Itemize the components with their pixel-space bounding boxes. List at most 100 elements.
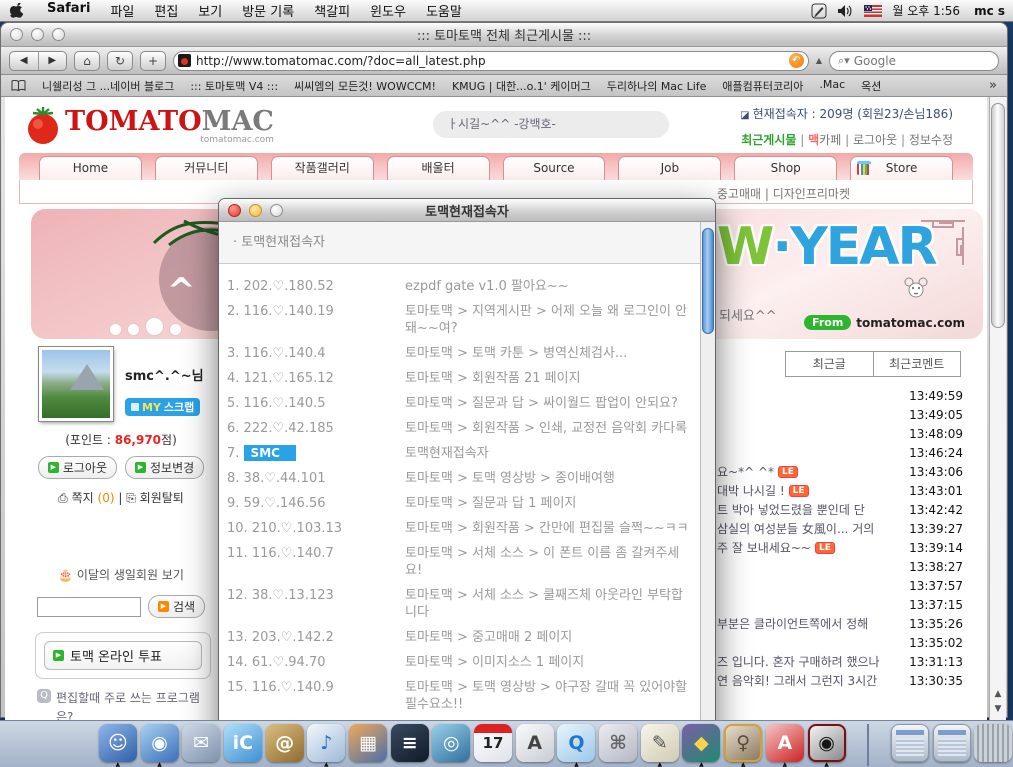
menu-item[interactable]: 편집	[144, 1, 188, 20]
mac-cafe-link[interactable]: 맥	[808, 133, 819, 147]
nav-tab[interactable]: Home	[39, 156, 142, 180]
bookmark-item[interactable]: 니쉘리성 그 ...네이버 블로그	[42, 78, 174, 94]
withdraw-link[interactable]: 회원탈퇴	[140, 491, 184, 505]
fast-user-switch-menu[interactable]: mc s	[970, 4, 1005, 18]
minimized-window-safari-icon[interactable]	[933, 724, 971, 762]
tab-recent-posts[interactable]: 최근글	[786, 352, 873, 376]
nav-tab[interactable]: Shop	[734, 156, 837, 180]
nav-tab[interactable]: 배울터	[387, 156, 490, 180]
birthday-members-link[interactable]: 🎂 이달의 생일회원 보기	[25, 566, 217, 583]
visitor-location-link[interactable]: ezpdf gate v1.0 팔아요~~	[405, 278, 694, 295]
sidebar-badge-link[interactable]: 검색엔진	[91, 522, 152, 556]
imovie-icon[interactable]: ≡	[391, 724, 429, 762]
acrobat-icon[interactable]: A	[766, 724, 804, 762]
google-search-field[interactable]: ⌕▾	[829, 51, 999, 71]
visitor-location-link[interactable]: 토마토맥 > 지역게시판 > 어제 오늘 왜 로그인이 안돼~~여?	[405, 303, 694, 337]
logout-link[interactable]: 로그아웃	[853, 133, 897, 147]
bookmarks-overflow-chevron[interactable]: »	[989, 78, 997, 93]
bookmark-item[interactable]: 씨씨엠의 모든것! WOWCCM!	[294, 78, 436, 94]
visitor-location-link[interactable]: 토마토맥 > 회원작품 > 간만에 편집물 슬쩍~~ㅋㅋ	[405, 520, 694, 537]
memo-link[interactable]: 쪽지	[72, 491, 94, 505]
nav-tab[interactable]: Source	[503, 156, 606, 180]
popup-title-bar[interactable]: 토맥현재접속자	[219, 199, 715, 222]
sidebar-badge-link[interactable]: 홈피링크	[25, 522, 86, 556]
recent-comment-text[interactable]: 연 음악회! 그래서 그런지 3시간	[717, 672, 877, 689]
scroll-up-arrow[interactable]: ▲	[990, 687, 1006, 702]
logout-button[interactable]: ▶로그아웃	[38, 456, 117, 479]
recent-comment-text[interactable]: 즈 입니다. 혼자 구매하려 했으나	[717, 653, 880, 670]
window-scrollbar[interactable]: ▲ ▼	[989, 97, 1006, 739]
search-input[interactable]	[854, 54, 964, 68]
dock-item[interactable]: A ▲	[765, 724, 805, 767]
dock-item[interactable]: iC ▲	[223, 724, 263, 762]
dock-item[interactable]: ▲	[932, 724, 972, 762]
address-bar[interactable]: http://www.tomatomac.com/?doc=all_latest…	[173, 51, 809, 71]
reload-button[interactable]: ↻	[107, 51, 133, 71]
visitor-location-link[interactable]: 토마토맥 > 이미지소스 1 페이지	[405, 654, 694, 671]
edit-info-link[interactable]: 정보수정	[909, 133, 953, 147]
menu-clock[interactable]: 월 오후 1:56	[892, 2, 960, 19]
edit-info-button[interactable]: ▶정보변경	[125, 456, 204, 479]
recent-comment-text[interactable]: 부분은 클라이언트쪽에서 정해	[717, 615, 868, 632]
popup-scrollbar[interactable]: ▲ ▼	[700, 222, 715, 757]
photoshop-icon[interactable]: ◉	[808, 724, 846, 762]
input-language-flag-icon[interactable]	[864, 5, 882, 17]
dock-item[interactable]: ≡ ▲	[390, 724, 430, 762]
menu-item[interactable]: 윈도우	[360, 1, 416, 20]
add-bookmark-button[interactable]: +	[140, 51, 166, 71]
textedit-icon[interactable]: A	[516, 724, 554, 762]
dock-item[interactable]: ◆ ▲	[682, 724, 722, 767]
visitor-location-link[interactable]: 토마토맥 > 질문과 답 1 페이지	[405, 495, 694, 512]
my-scrap-button[interactable]: MY스크랩	[125, 398, 200, 416]
menu-item[interactable]: 방문 기록	[232, 1, 304, 20]
nav-tab[interactable]: Store	[850, 156, 953, 180]
recent-comment-text[interactable]: 주 잘 보내세요~~	[717, 539, 811, 556]
volume-icon[interactable]	[837, 4, 854, 18]
back-forward-buttons[interactable]: ◀ ▶	[9, 51, 67, 71]
window-title-bar[interactable]: ::: 토마토맥 전체 최근게시물 :::	[1, 23, 1007, 47]
visitor-location-link[interactable]: 토마토맥 > 서체 소스 > 이 폰트 이름 좀 갈켜주세요!	[405, 545, 694, 579]
sidebar-search-input[interactable]	[37, 597, 141, 617]
visitor-location-link[interactable]: 토마토맥 > 중고매매 2 페이지	[405, 629, 694, 646]
bookmark-item[interactable]: KMUG | 대한...o.1' 케이머그	[452, 78, 591, 94]
back-button[interactable]: ◀	[10, 52, 38, 70]
dock-item[interactable]: Q ▲	[557, 724, 597, 767]
tab-recent-comments[interactable]: 최근코멘트	[873, 352, 961, 376]
quicktime-icon[interactable]: Q	[557, 724, 595, 762]
ical-icon[interactable]: 17	[474, 724, 512, 762]
snapback-icon[interactable]: ↶	[789, 53, 804, 68]
dock-item[interactable]: ▲	[890, 724, 930, 762]
bookmark-item[interactable]: 애플컴퓨터코리아	[722, 78, 803, 94]
safari-icon[interactable]: ◉	[141, 724, 179, 762]
dock-item[interactable]: ✉ ▲	[181, 724, 221, 762]
nav-tab[interactable]: 작품갤러리	[271, 156, 374, 180]
bookmark-item[interactable]: 옥션	[861, 78, 881, 94]
menu-item[interactable]: 책갈피	[304, 1, 360, 20]
input-menu-icon[interactable]	[811, 3, 827, 19]
subnav-links[interactable]: 중고매매 | 디자인프리마켓	[717, 185, 850, 202]
recent-comment-text[interactable]: 트 박아 넣었드렸을 뿐인데 단	[717, 501, 865, 518]
mac-cafe-link-rest[interactable]: 카페	[819, 133, 841, 147]
minimized-window-icon[interactable]	[891, 724, 929, 762]
itunes-icon[interactable]: ♪	[307, 724, 345, 762]
bookmarks-book-icon[interactable]	[11, 80, 26, 91]
dock-item[interactable]: ▲	[973, 724, 1013, 762]
dock-item[interactable]: ♪ ▲	[306, 724, 346, 767]
recent-posts-link[interactable]: 최근게시물	[741, 133, 796, 147]
bookmark-item[interactable]: .Mac	[819, 78, 845, 94]
online-vote-button[interactable]: ▶토맥 온라인 투표	[44, 641, 202, 670]
dock-item[interactable]: ♀ ▲	[723, 724, 763, 767]
url-text[interactable]: http://www.tomatomac.com/?doc=all_latest…	[196, 54, 784, 68]
forward-button[interactable]: ▶	[39, 52, 67, 70]
menu-item[interactable]: Safari	[37, 1, 100, 20]
bookmark-item[interactable]: 두리하나의 Mac Life	[607, 78, 707, 94]
visitor-location-link[interactable]: 토마토맥 > 질문과 답 > 싸이월드 팝업이 안되요?	[405, 395, 694, 412]
visitor-location-link[interactable]: 토마토맥 > 서체 소스 > 쿨째즈체 아웃라인 부탁합니다	[405, 587, 694, 621]
dock-item[interactable]: ⌘ ▲	[598, 724, 638, 762]
finder-icon[interactable]: ☺	[99, 724, 137, 762]
recent-comment-text[interactable]: 삼실의 여성분들 女風이... 거의	[717, 520, 874, 537]
visitor-location-link[interactable]: 토마토맥 > 토맥 영상방 > 종이배여행	[405, 470, 694, 487]
sidebar-badge-link[interactable]: 명예전당	[156, 522, 217, 556]
visitor-location-link[interactable]: 토마토맥 > 회원작품 21 페이지	[405, 370, 694, 387]
bookmark-item[interactable]: ::: 토마토맥 V4 :::	[190, 78, 278, 94]
